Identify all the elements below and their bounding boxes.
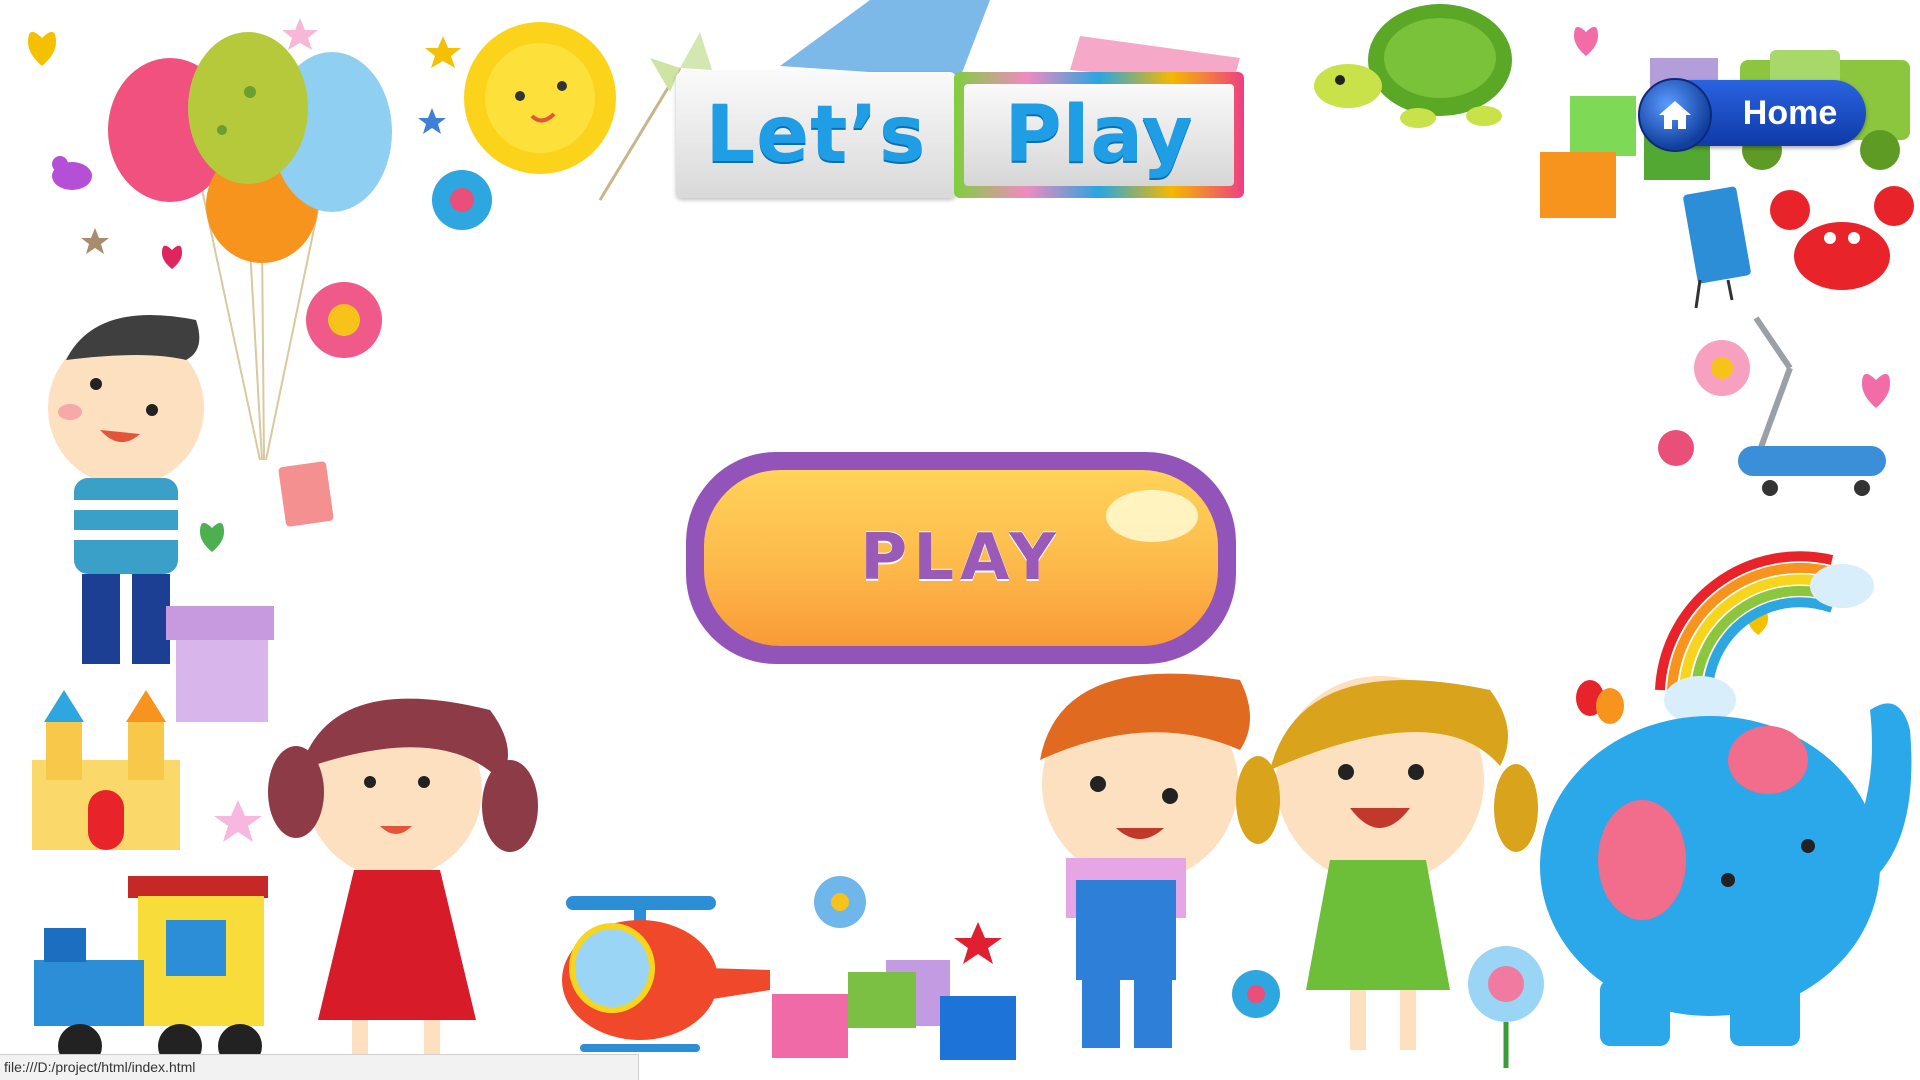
title-word-play: Play (1004, 90, 1194, 180)
game-screen: Let’s Play Home PLAY file:///D:/project/… (0, 0, 1920, 1080)
crab-decoration (1770, 186, 1914, 290)
castle-decoration (32, 690, 180, 850)
title-banner: Let’s Play (676, 72, 1244, 198)
girl-red-dress-decoration (268, 698, 538, 1056)
home-button-label: Home (1742, 94, 1838, 132)
sun-decoration (464, 22, 616, 174)
browser-status-bar: file:///D:/project/html/index.html (0, 1054, 639, 1080)
status-url-text: file:///D:/project/html/index.html (4, 1059, 196, 1075)
elephant-decoration (1540, 703, 1912, 1046)
bird-decoration (52, 156, 92, 190)
title-left-panel: Let’s (676, 72, 956, 198)
rainbow-decoration (1655, 551, 1874, 724)
title-right-panel: Play (964, 84, 1234, 186)
scooter-decoration (1738, 316, 1886, 496)
train-decoration (34, 876, 268, 1068)
home-icon (1638, 78, 1712, 152)
title-word-lets: Let’s (705, 90, 927, 180)
butterfly-decoration (1576, 680, 1624, 724)
turtle-decoration (1314, 4, 1512, 128)
play-button-face: PLAY (704, 470, 1218, 646)
walking-book-decoration (278, 461, 334, 527)
play-button-label: PLAY (860, 521, 1062, 595)
play-button[interactable]: PLAY (686, 452, 1236, 664)
walking-book-decoration (1683, 186, 1751, 309)
helicopter-decoration (562, 896, 770, 1052)
gift-box-decoration (166, 606, 274, 722)
home-button[interactable]: Home (1638, 78, 1866, 152)
boy-overalls-decoration (1040, 673, 1250, 1048)
